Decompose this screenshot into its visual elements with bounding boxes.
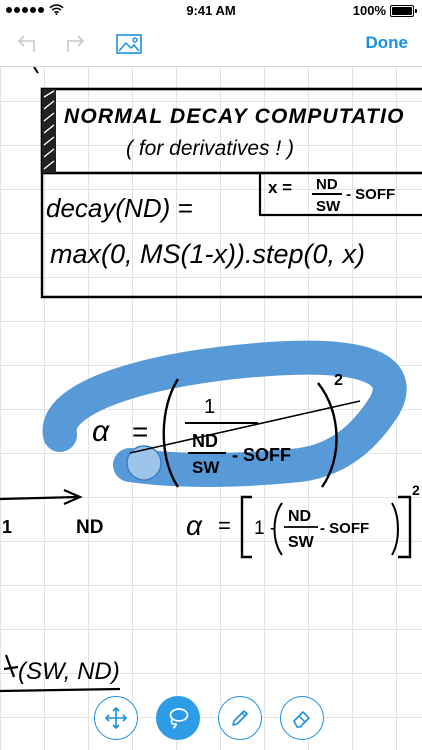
alpha-symbol-2: α <box>186 510 203 541</box>
battery-percent: 100% <box>352 3 386 18</box>
pen-tool-button[interactable] <box>218 696 262 740</box>
lasso-tool-button[interactable] <box>156 696 200 740</box>
tool-palette <box>0 690 422 750</box>
decay-rhs: max(0, MS(1-x)).step(0, x) <box>50 239 365 269</box>
status-bar: 9:41 AM 100% <box>0 0 422 22</box>
handwriting-layer: NORMAL DECAY COMPUTATIO ( for derivative… <box>0 67 422 693</box>
axis-start-label: 1 <box>2 517 12 537</box>
alpha2-exponent: 2 <box>412 482 420 498</box>
alpha1-numerator: 1 <box>204 396 215 418</box>
alpha2-numerator: ND <box>288 508 311 525</box>
decay-lhs: decay(ND) = <box>46 193 193 223</box>
alpha1-exponent: 2 <box>334 372 343 389</box>
eraser-icon <box>293 711 310 728</box>
alpha2-one-minus: 1 - <box>254 518 276 539</box>
redo-button[interactable] <box>60 30 90 58</box>
lasso-handle[interactable] <box>126 445 162 481</box>
battery-icon <box>390 4 417 17</box>
done-button[interactable]: Done <box>366 33 409 53</box>
alpha-symbol-1: α <box>92 415 110 448</box>
alpha1-den-numerator: ND <box>192 431 218 451</box>
pencil-icon <box>232 710 248 726</box>
undo-arrow-icon <box>17 35 35 52</box>
note-canvas[interactable]: NORMAL DECAY COMPUTATIO ( for derivative… <box>0 67 422 750</box>
redo-arrow-icon <box>67 35 85 52</box>
equals-1: = <box>132 416 148 447</box>
title-box: NORMAL DECAY COMPUTATIO ( for derivative… <box>40 87 422 175</box>
alpha-formula-2: α = 1 - ND SW - SOFF 2 <box>186 482 420 559</box>
alpha1-den-denominator: SW <box>192 458 220 477</box>
top-toolbar: Done <box>0 22 422 67</box>
eraser-tool-button[interactable] <box>280 696 324 740</box>
alpha2-rhs: - SOFF <box>320 520 369 537</box>
move-arrows-icon <box>104 706 128 730</box>
x-def-rhs: - SOFF <box>346 186 395 203</box>
image-icon <box>116 34 142 54</box>
alpha1-den-rhs: - SOFF <box>232 445 291 465</box>
lasso-icon <box>169 708 189 729</box>
x-def-numerator: ND <box>316 176 338 193</box>
alpha2-denominator: SW <box>288 534 315 551</box>
axis-label-nd: ND <box>76 517 103 538</box>
bottom-fragment-text: (SW, ND) <box>18 658 120 685</box>
title-line-2: ( for derivatives ! ) <box>126 137 294 160</box>
undo-button[interactable] <box>12 30 42 58</box>
title-line-1: NORMAL DECAY COMPUTATIO <box>64 105 405 128</box>
x-def-denominator: SW <box>316 198 341 215</box>
insert-image-button[interactable] <box>114 30 144 58</box>
axis-sketch: 1 ND <box>0 488 103 538</box>
equals-2: = <box>218 513 231 538</box>
battery-group: 100% <box>352 3 417 18</box>
x-def-lhs: x = <box>268 178 292 197</box>
move-tool-button[interactable] <box>94 696 138 740</box>
bottom-fragment: (SW, ND) <box>0 654 121 693</box>
decay-formula-box: decay(ND) = x = ND SW - SOFF max(0, MS(1… <box>40 173 422 299</box>
